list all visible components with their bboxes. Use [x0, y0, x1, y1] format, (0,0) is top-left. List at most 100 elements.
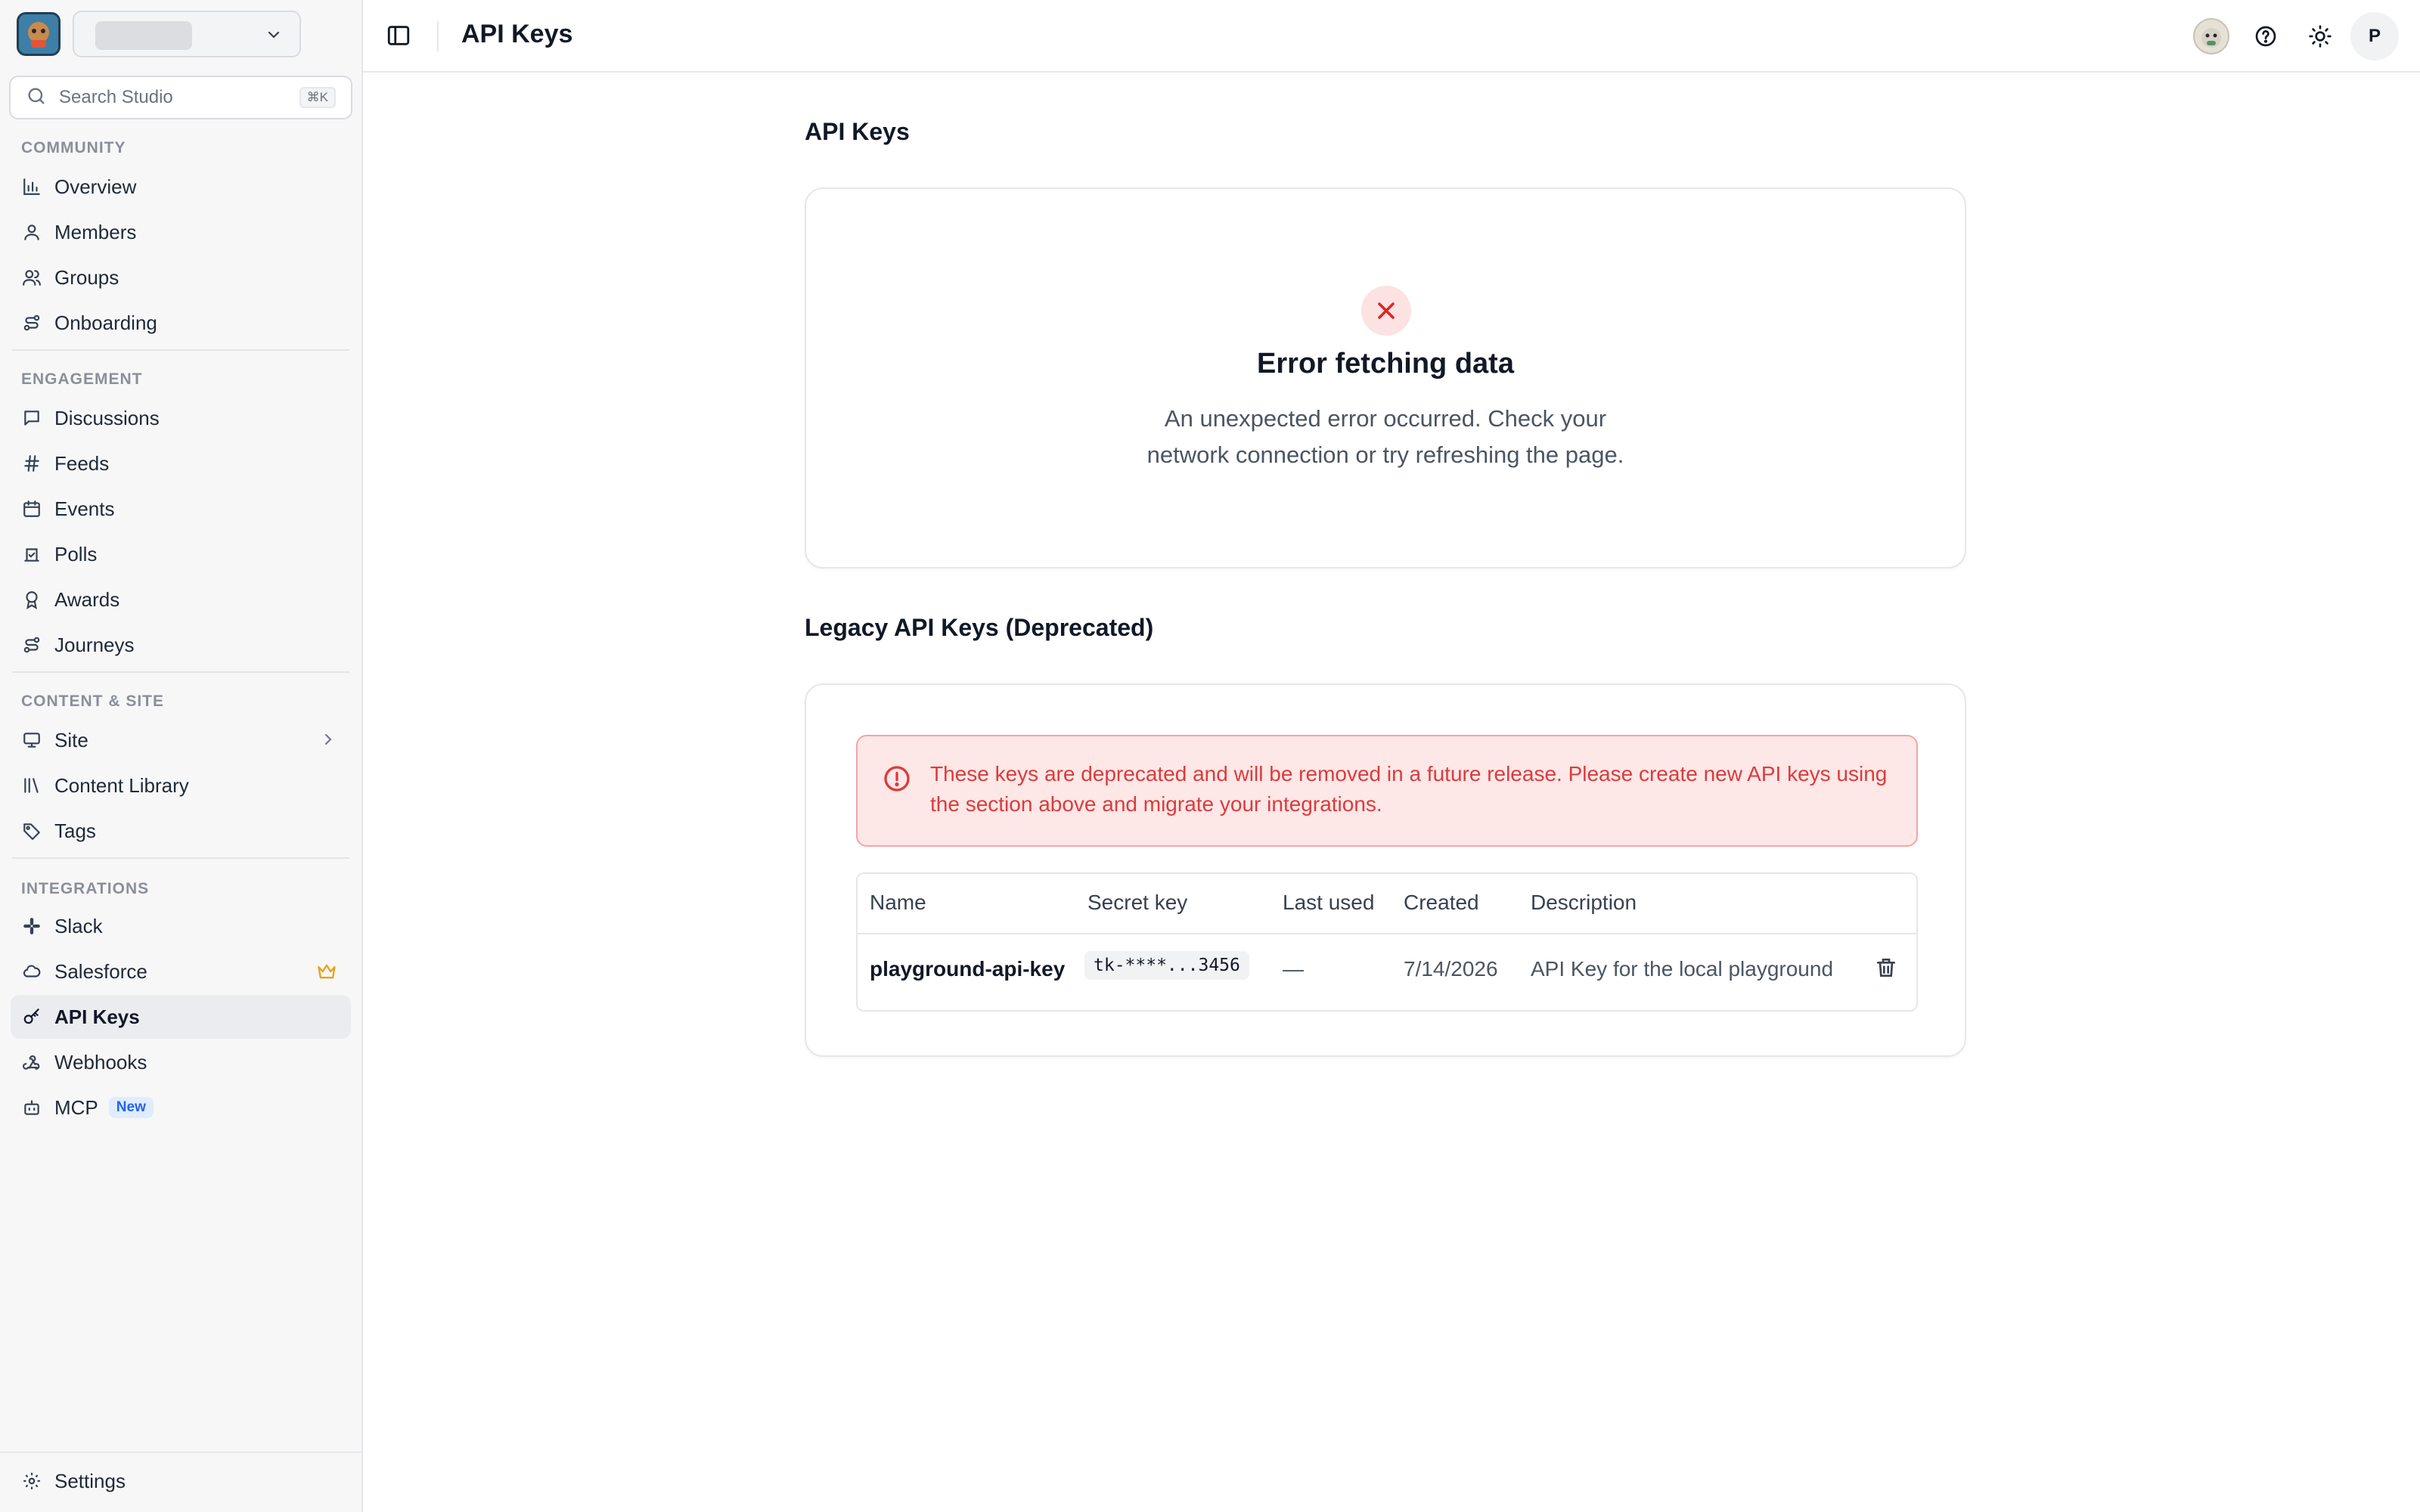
topbar-separator [437, 21, 439, 51]
key-icon [21, 1006, 42, 1027]
section-community: COMMUNITY [21, 139, 126, 156]
column-header: Secret key [1087, 891, 1188, 914]
sidebar-item-webhooks[interactable]: Webhooks [11, 1040, 351, 1084]
sidebar-item-content-library[interactable]: Content Library [11, 764, 351, 807]
sidebar-item-onboarding[interactable]: Onboarding [11, 301, 351, 345]
user-icon [21, 222, 42, 243]
sidebar-item-label: Awards [54, 587, 120, 611]
tag-icon [21, 820, 42, 841]
assistant-avatar-button[interactable] [2187, 12, 2235, 60]
deprecation-alert: These keys are deprecated and will be re… [856, 735, 1918, 847]
workspace-select[interactable] [73, 11, 301, 57]
library-icon [21, 775, 42, 796]
legacy-card: These keys are deprecated and will be re… [805, 683, 1966, 1057]
route-icon [21, 312, 42, 333]
sidebar-item-settings[interactable]: Settings [11, 1459, 351, 1503]
sidebar-item-label: API Keys [54, 1005, 140, 1028]
monitor-icon [21, 730, 42, 751]
sidebar-item-label: Polls [54, 542, 98, 565]
webhook-icon [21, 1052, 42, 1073]
api-keys-heading: API Keys [805, 118, 910, 145]
sidebar-divider [12, 349, 349, 351]
workspace-logo[interactable] [17, 12, 60, 56]
sidebar-item-slack[interactable]: Slack [11, 904, 351, 948]
assistant-avatar [2193, 18, 2229, 54]
sidebar-divider [12, 671, 349, 673]
sidebar-item-salesforce[interactable]: Salesforce [11, 950, 351, 993]
sidebar-divider [12, 857, 349, 859]
sidebar-item-discussions[interactable]: Discussions [11, 396, 351, 440]
page-title: API Keys [461, 20, 573, 48]
cloud-icon [21, 961, 42, 982]
search-shortcut: ⌘K [299, 87, 336, 108]
sidebar-bottom-divider [0, 1452, 363, 1453]
column-header: Description [1531, 891, 1637, 914]
message-icon [21, 407, 42, 429]
sidebar-item-mcp[interactable]: MCP New [11, 1086, 351, 1129]
crown-icon [316, 962, 337, 987]
workspace-switcher-row [17, 11, 301, 57]
error-message-line: network connection or try refreshing the… [1146, 442, 1624, 468]
error-card: Error fetching data An unexpected error … [805, 187, 1966, 569]
users-icon [21, 267, 42, 288]
calendar-icon [21, 498, 42, 519]
error-message: An unexpected error occurred. Check your… [806, 401, 1965, 473]
column-header: Last used [1283, 891, 1375, 914]
sidebar-item-label: Webhooks [54, 1050, 147, 1074]
sidebar-item-site[interactable]: Site [11, 718, 351, 762]
sidebar-item-label: Salesforce [54, 959, 147, 983]
created-date: 7/14/2026 [1404, 957, 1498, 981]
search-placeholder: Search Studio [59, 87, 173, 107]
workspace-name-placeholder [95, 21, 192, 50]
key-description: API Key for the local playground [1531, 957, 1834, 981]
sidebar-item-polls[interactable]: Polls [11, 532, 351, 576]
gear-icon [21, 1470, 42, 1492]
sidebar-toggle-icon[interactable] [386, 23, 411, 52]
alert-text: These keys are deprecated and will be re… [930, 762, 1888, 816]
sidebar-item-events[interactable]: Events [11, 487, 351, 531]
section-engagement: ENGAGEMENT [21, 370, 143, 388]
sidebar-item-api-keys[interactable]: API Keys [11, 995, 351, 1039]
sidebar-item-label: Events [54, 497, 115, 520]
alert-circle-icon [882, 764, 912, 798]
chevron-down-icon [265, 26, 283, 48]
help-icon[interactable] [2242, 12, 2290, 60]
user-avatar[interactable]: P [2350, 12, 2399, 60]
sidebar-item-label: Onboarding [54, 311, 157, 334]
search-input[interactable]: Search Studio ⌘K [9, 76, 352, 119]
bot-icon [21, 1097, 42, 1118]
sidebar-item-awards[interactable]: Awards [11, 578, 351, 621]
sidebar-item-label: Overview [54, 175, 137, 198]
poll-icon [21, 544, 42, 565]
x-icon [1361, 286, 1411, 336]
journey-icon [21, 634, 42, 655]
slack-icon [21, 916, 42, 937]
sun-icon[interactable] [2296, 12, 2344, 60]
column-header: Created [1404, 891, 1479, 914]
sidebar-item-journeys[interactable]: Journeys [11, 623, 351, 667]
sidebar-item-label: Tags [54, 819, 96, 842]
hash-icon [21, 453, 42, 474]
sidebar-item-groups[interactable]: Groups [11, 256, 351, 299]
sidebar-item-tags[interactable]: Tags [11, 809, 351, 853]
sidebar-item-label: MCP [54, 1095, 98, 1119]
chevron-right-icon [319, 730, 337, 754]
sidebar-item-label: Settings [54, 1469, 126, 1492]
sidebar-item-label: Groups [54, 265, 119, 289]
sidebar-item-members[interactable]: Members [11, 210, 351, 254]
section-integrations: INTEGRATIONS [21, 880, 150, 897]
error-title: Error fetching data [1257, 348, 1514, 380]
legacy-keys-table: Name Secret key Last used Created Descri… [856, 872, 1918, 1012]
error-message-line: An unexpected error occurred. Check your [1164, 405, 1607, 432]
topbar-actions: P [2181, 12, 2420, 60]
sidebar-item-overview[interactable]: Overview [11, 165, 351, 209]
search-icon [26, 85, 47, 110]
sidebar-item-label: Journeys [54, 633, 135, 656]
trash-icon[interactable] [1874, 956, 1898, 984]
award-icon [21, 589, 42, 610]
sidebar-item-feeds[interactable]: Feeds [11, 442, 351, 485]
topbar: API Keys P [363, 0, 2420, 73]
sidebar-item-label: Feeds [54, 451, 110, 475]
legacy-heading: Legacy API Keys (Deprecated) [805, 614, 1154, 641]
sidebar-item-label: Content Library [54, 773, 189, 797]
